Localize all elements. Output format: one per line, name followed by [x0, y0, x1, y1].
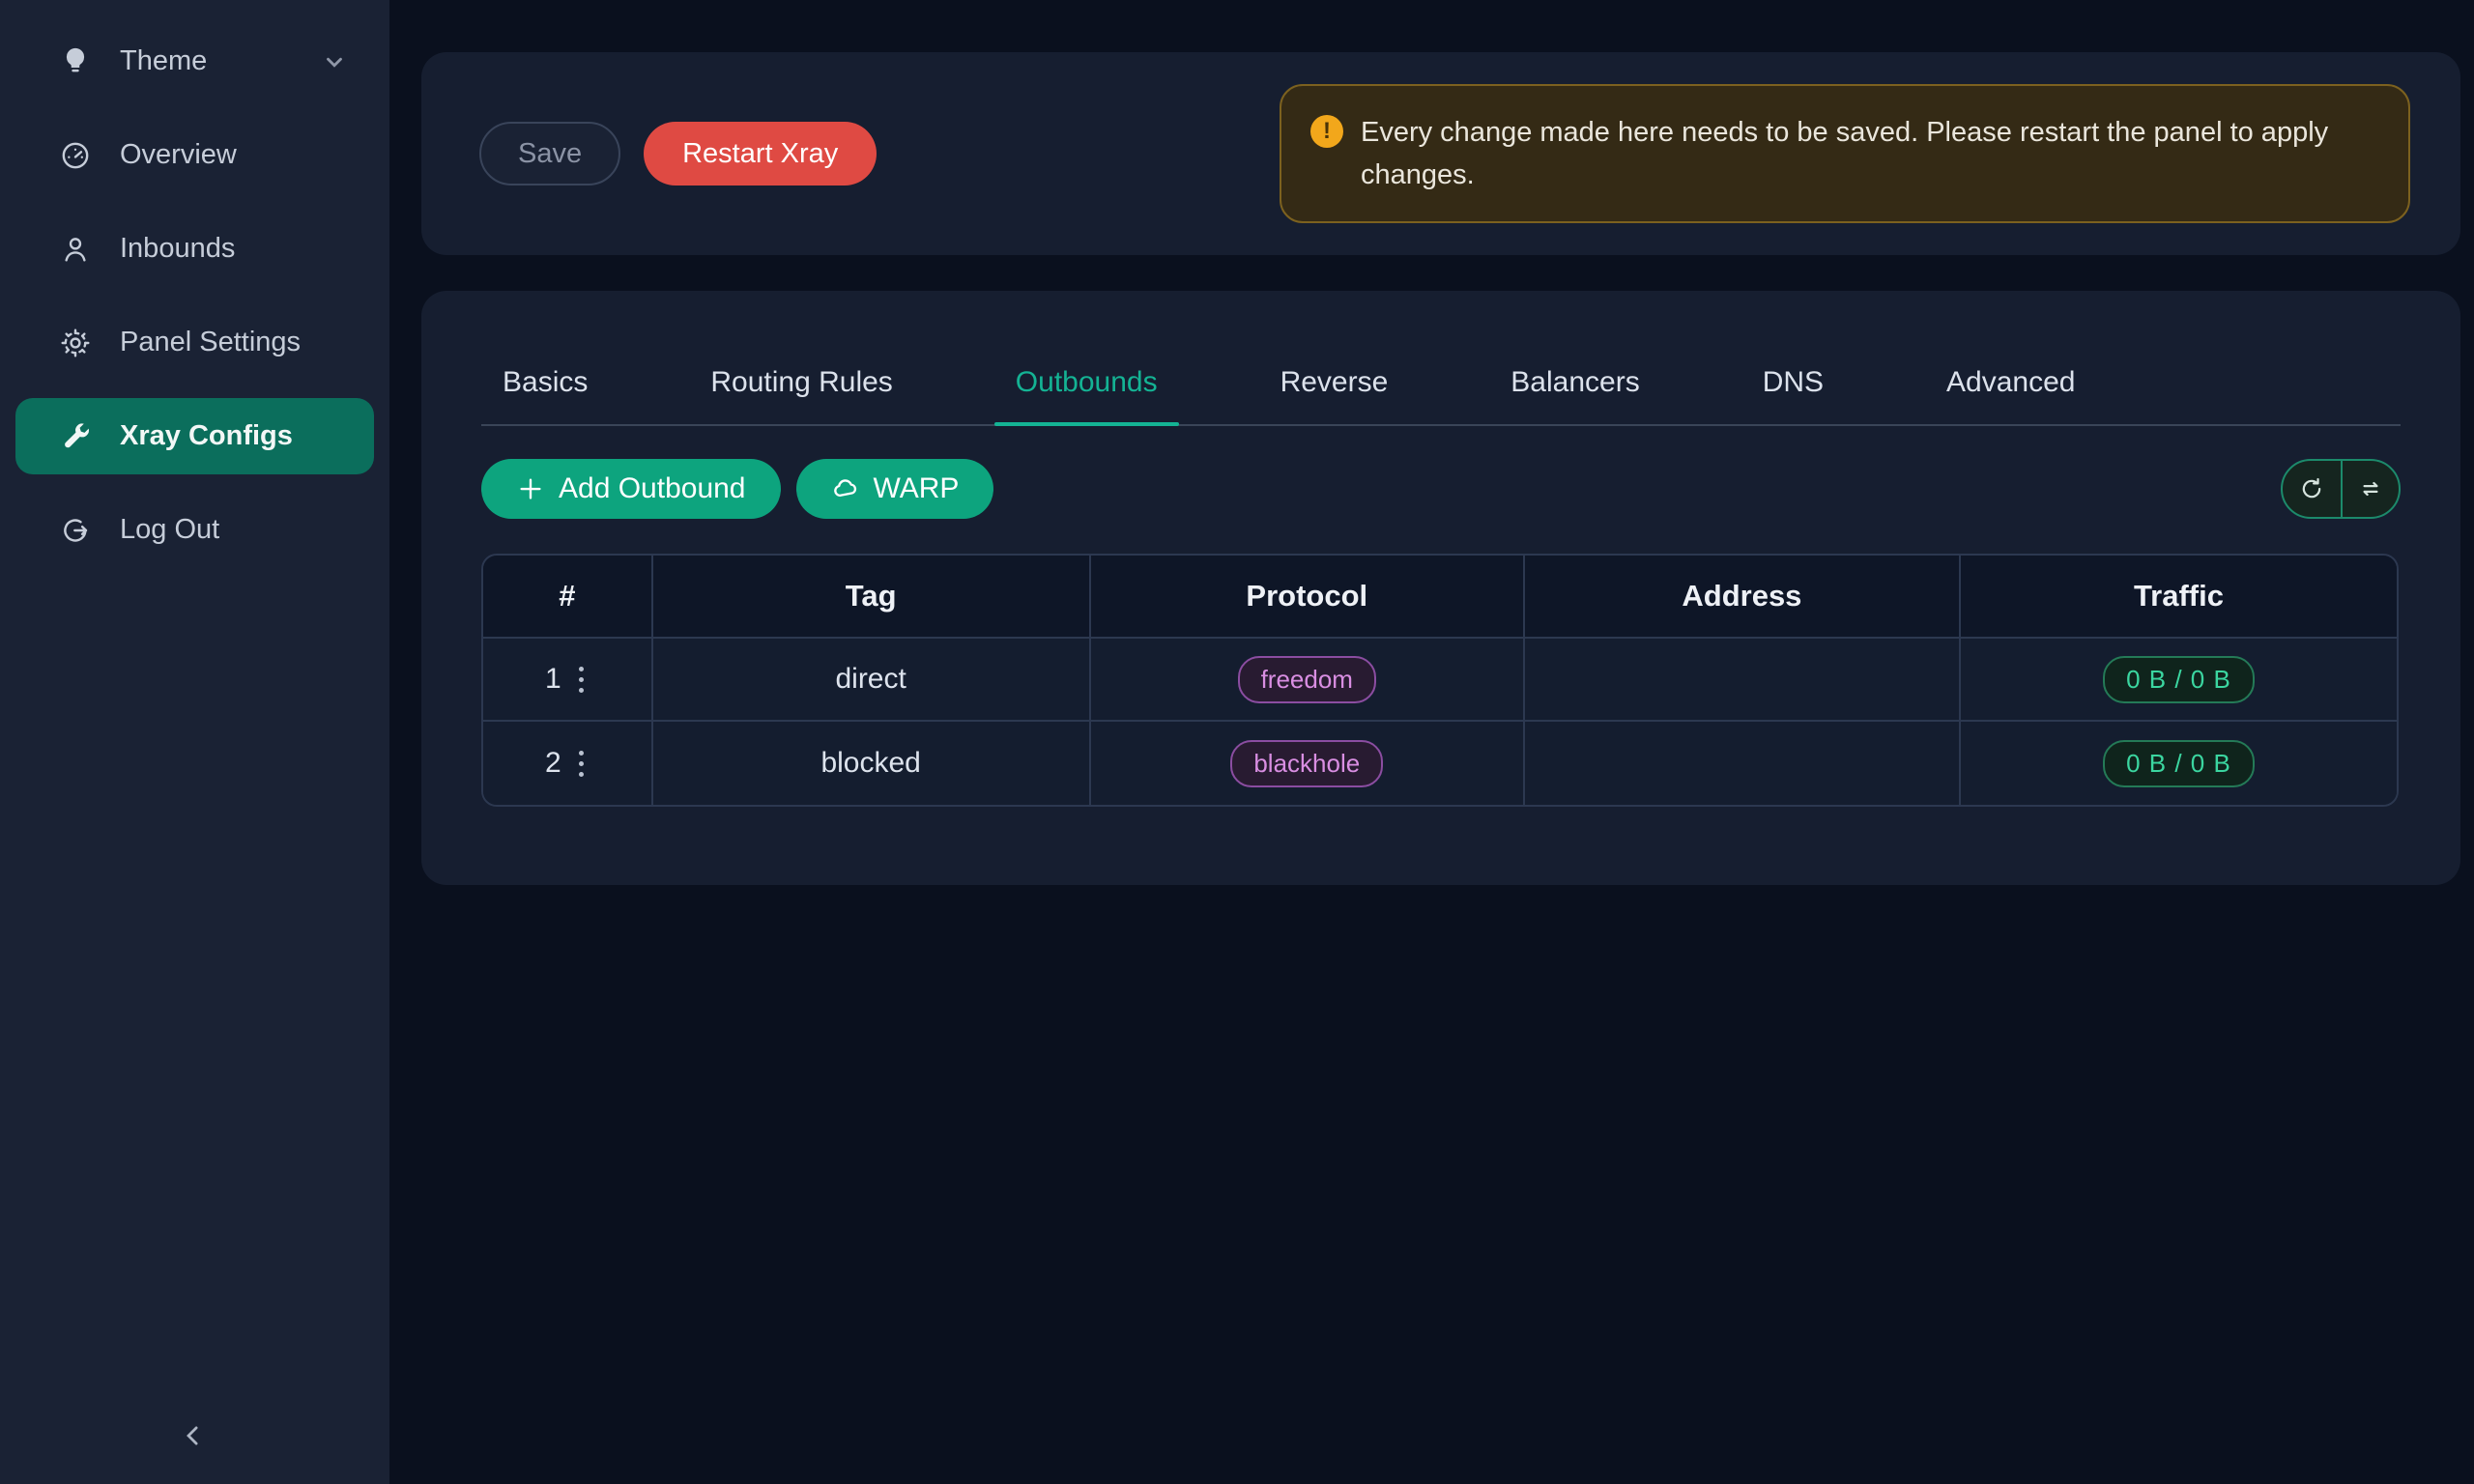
table-tools-group	[2281, 459, 2401, 519]
chevron-left-icon	[179, 1421, 208, 1455]
warning-text: Every change made here needs to be saved…	[1361, 111, 2379, 196]
protocol-badge: freedom	[1238, 656, 1376, 703]
warp-label: WARP	[874, 472, 960, 505]
tab-balancers[interactable]: Balancers	[1489, 366, 1660, 424]
sidebar-item-theme[interactable]: Theme	[15, 23, 374, 100]
content-area: Save Restart Xray ! Every change made he…	[389, 0, 2474, 1484]
add-outbound-label: Add Outbound	[559, 472, 746, 505]
refresh-icon	[2298, 475, 2325, 502]
column-header-index: #	[483, 556, 653, 639]
table-row: 1 direct freedom 0 B / 0 B	[483, 639, 2397, 722]
plus-icon	[516, 474, 545, 503]
tab-dns[interactable]: DNS	[1741, 366, 1845, 424]
row-index: 1	[545, 663, 561, 696]
tab-reverse[interactable]: Reverse	[1259, 366, 1410, 424]
sidebar-item-label: Inbounds	[120, 233, 235, 265]
refresh-button[interactable]	[2283, 461, 2341, 517]
tab-basics[interactable]: Basics	[481, 366, 609, 424]
sidebar-collapse-button[interactable]	[164, 1409, 222, 1467]
person-icon	[58, 232, 93, 267]
column-header-tag: Tag	[653, 556, 1091, 639]
warp-button[interactable]: WARP	[796, 459, 994, 519]
chevron-down-icon	[322, 49, 347, 74]
config-tabs: Basics Routing Rules Outbounds Reverse B…	[481, 291, 2401, 426]
protocol-cell: blackhole	[1091, 722, 1525, 805]
outbounds-actions-row: Add Outbound WARP	[481, 459, 2401, 519]
sidebar-item-label: Overview	[120, 139, 237, 171]
save-button[interactable]: Save	[479, 122, 620, 186]
column-header-address: Address	[1525, 556, 1961, 639]
address-cell	[1525, 722, 1961, 805]
xray-configs-card: Basics Routing Rules Outbounds Reverse B…	[421, 291, 2460, 885]
sidebar-item-xray-configs[interactable]: Xray Configs	[15, 398, 374, 474]
sidebar-item-inbounds[interactable]: Inbounds	[15, 211, 374, 287]
sidebar-item-panel-settings[interactable]: Panel Settings	[15, 304, 374, 381]
column-header-traffic: Traffic	[1961, 556, 2397, 639]
traffic-badge: 0 B / 0 B	[2103, 740, 2255, 787]
traffic-badge: 0 B / 0 B	[2103, 656, 2255, 703]
sidebar-item-overview[interactable]: Overview	[15, 117, 374, 193]
logout-icon	[58, 513, 93, 548]
sidebar-item-label: Xray Configs	[120, 420, 293, 452]
tab-advanced[interactable]: Advanced	[1925, 366, 2096, 424]
repeat-icon	[2357, 475, 2384, 502]
tab-outbounds[interactable]: Outbounds	[994, 366, 1179, 424]
tag-cell: blocked	[653, 722, 1091, 805]
sidebar-item-label: Log Out	[120, 514, 219, 546]
cloud-icon	[831, 474, 860, 503]
tab-routing-rules[interactable]: Routing Rules	[689, 366, 913, 424]
column-header-protocol: Protocol	[1091, 556, 1525, 639]
row-menu-trigger[interactable]	[573, 745, 590, 783]
sidebar-item-label: Panel Settings	[120, 327, 301, 358]
traffic-cell: 0 B / 0 B	[1961, 722, 2397, 805]
sidebar: Theme Overview Inbounds Panel Settings X…	[0, 0, 389, 1484]
add-outbound-button[interactable]: Add Outbound	[481, 459, 781, 519]
lightbulb-icon	[58, 44, 93, 79]
toolbar-card: Save Restart Xray ! Every change made he…	[421, 52, 2460, 255]
tag-cell: direct	[653, 639, 1091, 722]
restart-xray-button[interactable]: Restart Xray	[644, 122, 877, 186]
gear-icon	[58, 326, 93, 360]
outbounds-table: # Tag Protocol Address Traffic 1 direct	[481, 554, 2399, 807]
sidebar-item-log-out[interactable]: Log Out	[15, 492, 374, 568]
protocol-badge: blackhole	[1230, 740, 1383, 787]
address-cell	[1525, 639, 1961, 722]
traffic-cell: 0 B / 0 B	[1961, 639, 2397, 722]
protocol-cell: freedom	[1091, 639, 1525, 722]
warning-icon: !	[1310, 115, 1343, 148]
dashboard-icon	[58, 138, 93, 173]
row-menu-trigger[interactable]	[573, 661, 590, 699]
row-index: 2	[545, 747, 561, 780]
repeat-button[interactable]	[2341, 461, 2399, 517]
table-row: 2 blocked blackhole 0 B / 0 B	[483, 722, 2397, 805]
restart-warning-alert: ! Every change made here needs to be sav…	[1280, 84, 2410, 223]
wrench-icon	[58, 419, 93, 454]
sidebar-item-label: Theme	[120, 45, 207, 77]
